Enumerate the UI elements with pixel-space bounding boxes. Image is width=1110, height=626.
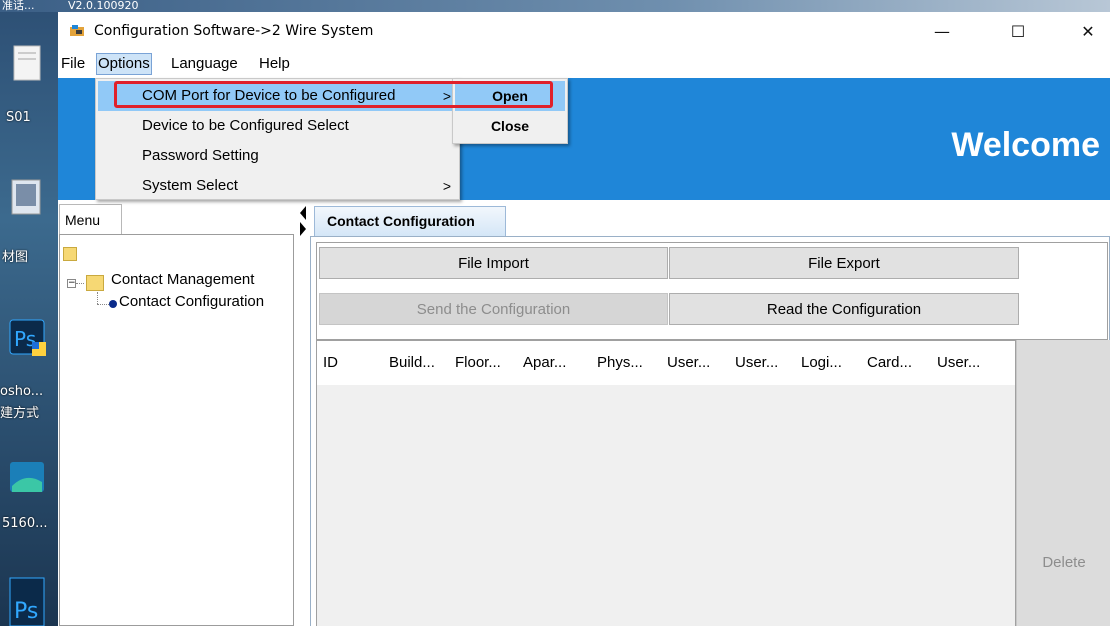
delete-panel: Delete <box>1016 340 1110 626</box>
desktop-app-icon[interactable] <box>8 458 50 502</box>
close-button[interactable]: ✕ <box>1064 12 1110 50</box>
tree-line <box>97 292 98 304</box>
minimize-icon: — <box>934 21 950 41</box>
table-header: ID Build... Floor... Apar... Phys... Use… <box>317 341 1015 385</box>
window-title: Configuration Software->2 Wire System <box>94 23 374 39</box>
contact-table[interactable]: ID Build... Floor... Apar... Phys... Use… <box>316 340 1016 626</box>
delete-button: Delete <box>1042 554 1086 571</box>
options-dropdown-menu: COM Port for Device to be Configured > D… <box>95 78 460 200</box>
read-configuration-button[interactable]: Read the Configuration <box>669 293 1019 325</box>
send-configuration-button: Send the Configuration <box>319 293 668 325</box>
tree-line <box>76 283 84 284</box>
photoshop-icon[interactable]: Ps <box>8 576 50 626</box>
menu-options[interactable]: Options <box>96 53 152 75</box>
column-header[interactable]: Logi... <box>795 341 861 385</box>
folder-icon <box>86 275 104 291</box>
app-icon <box>70 24 84 36</box>
com-port-submenu: Open Close <box>452 78 568 144</box>
photoshop-shortcut-icon[interactable]: Ps <box>8 318 50 362</box>
desktop-label: 建方式 <box>0 406 40 421</box>
splitter-arrows-icon[interactable] <box>298 204 308 238</box>
desktop-label: osho... <box>0 384 44 399</box>
menu-item-password-setting[interactable]: Password Setting <box>98 141 457 171</box>
maximize-button[interactable]: ☐ <box>994 12 1042 50</box>
desktop-label: 5160... <box>2 516 48 531</box>
tree-expander-icon[interactable]: − <box>67 279 76 288</box>
tab-menu[interactable]: Menu <box>59 204 122 234</box>
desktop-top-text: 准话... <box>2 0 35 12</box>
menu-item-label: Password Setting <box>142 147 259 164</box>
menu-item-label: COM Port for Device to be Configured <box>142 87 396 104</box>
column-header[interactable]: Phys... <box>591 341 661 385</box>
menu-item-label: System Select <box>142 177 238 194</box>
maximize-icon: ☐ <box>1010 21 1026 41</box>
menu-item-label: Device to be Configured Select <box>142 117 349 134</box>
app-window: Configuration Software->2 Wire System — … <box>58 12 1110 626</box>
desktop-label: 材图 <box>2 250 29 265</box>
button-group: File Import File Export Send the Configu… <box>316 242 1108 340</box>
desktop-file-icon[interactable] <box>8 44 50 88</box>
tree-item-contact-configuration[interactable]: Contact Configuration <box>119 293 293 310</box>
menu-item-close[interactable]: Close <box>455 111 565 141</box>
welcome-text: Welcome <box>951 126 1100 164</box>
tree-line <box>97 304 109 305</box>
column-header[interactable]: Build... <box>383 341 449 385</box>
desktop-background: S01 材图 Ps osho... 建方式 5160... Ps <box>0 0 58 626</box>
file-export-button[interactable]: File Export <box>669 247 1019 279</box>
file-import-button[interactable]: File Import <box>319 247 668 279</box>
column-header[interactable]: Card... <box>861 341 931 385</box>
chevron-right-icon: > <box>442 178 451 194</box>
svg-text:Ps: Ps <box>14 599 38 624</box>
tree-item-contact-management[interactable]: Contact Management <box>111 271 254 288</box>
desktop-label: S01 <box>6 110 31 125</box>
chevron-right-icon: > <box>442 88 451 104</box>
menu-item-open[interactable]: Open <box>455 81 565 111</box>
column-header[interactable]: Floor... <box>449 341 517 385</box>
menu-item-com-port[interactable]: COM Port for Device to be Configured > <box>98 81 457 111</box>
column-header[interactable]: ID <box>317 341 383 385</box>
menu-help[interactable]: Help <box>258 54 291 74</box>
column-header[interactable]: Apar... <box>517 341 591 385</box>
tab-contact-configuration[interactable]: Contact Configuration <box>314 206 506 236</box>
close-icon: ✕ <box>1081 21 1095 41</box>
menu-file[interactable]: File <box>60 54 86 74</box>
menu-tree-panel: − Contact Management Contact Configurati… <box>59 234 294 626</box>
title-bar[interactable]: Configuration Software->2 Wire System — … <box>58 12 1110 50</box>
right-tab-bar: Contact Configuration <box>314 204 1110 237</box>
desktop-top-text: V2.0.100920 <box>68 0 139 12</box>
column-header[interactable]: User... <box>661 341 729 385</box>
menu-bar: File Options Language Help <box>58 50 1110 78</box>
desktop-image-icon[interactable] <box>8 176 50 220</box>
folder-icon <box>63 247 77 261</box>
column-header[interactable]: User... <box>931 341 1015 385</box>
minimize-button[interactable]: — <box>918 12 966 50</box>
desktop-top-strip: 准话... V2.0.100920 <box>0 0 1110 12</box>
menu-language[interactable]: Language <box>170 54 239 74</box>
tree-node-bullet-icon <box>109 300 117 308</box>
menu-item-device-select[interactable]: Device to be Configured Select <box>98 111 457 141</box>
menu-item-system-select[interactable]: System Select > <box>98 171 457 201</box>
column-header[interactable]: User... <box>729 341 795 385</box>
